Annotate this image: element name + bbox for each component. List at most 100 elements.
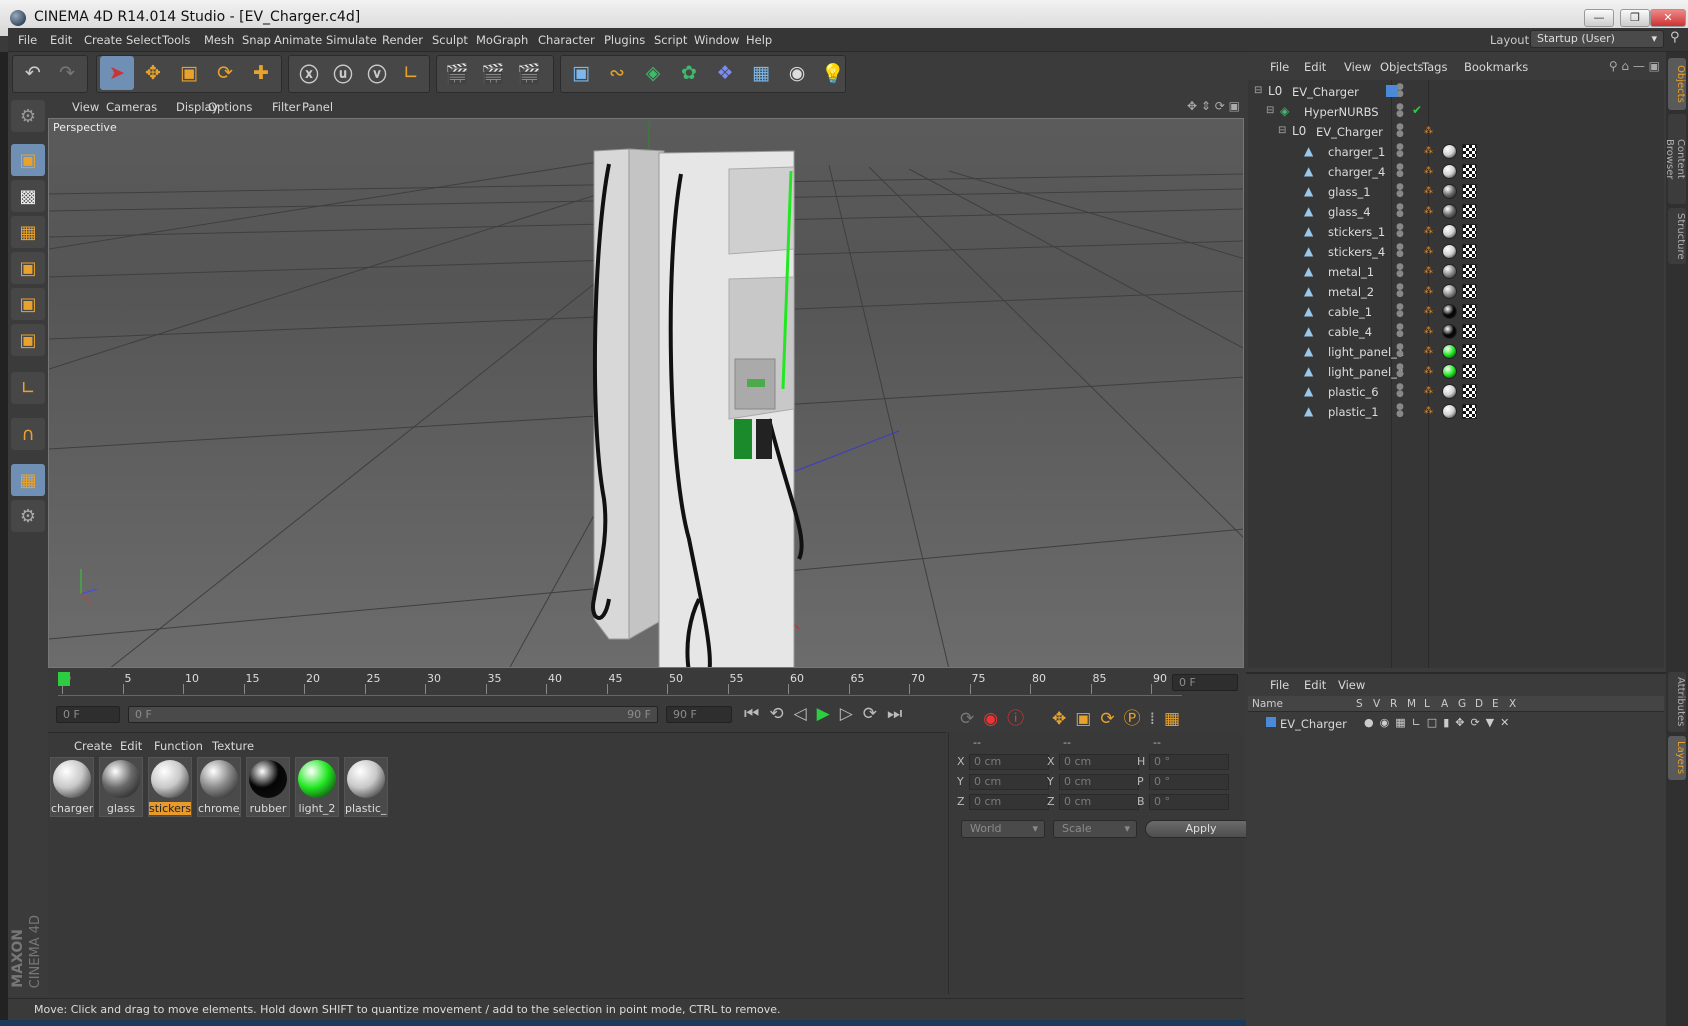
object-row[interactable]: ▲ glass_1 ● ● ⁂ bbox=[1248, 182, 1664, 202]
menu-render[interactable]: Render bbox=[382, 33, 423, 47]
coord-value-field[interactable]: 0 cm bbox=[1059, 774, 1139, 790]
menu-simulate[interactable]: Simulate bbox=[326, 33, 377, 47]
layer-column-d[interactable]: D bbox=[1475, 698, 1483, 710]
texture-mode-icon[interactable]: ▩ bbox=[11, 180, 45, 212]
material-tag[interactable] bbox=[1442, 224, 1457, 239]
uvw-tag[interactable] bbox=[1462, 284, 1477, 299]
menu-snap[interactable]: Snap bbox=[242, 33, 271, 47]
layer-column-a[interactable]: A bbox=[1441, 698, 1448, 710]
tab-layers[interactable]: Layers bbox=[1668, 736, 1686, 780]
material-tag[interactable] bbox=[1442, 324, 1457, 339]
menu-edit[interactable]: Edit bbox=[50, 33, 72, 47]
visibility-toggle[interactable]: ● ● bbox=[1396, 263, 1416, 280]
start-frame-field[interactable]: 0 F bbox=[56, 706, 120, 723]
mograph-cloner-icon[interactable]: ✿ bbox=[672, 56, 706, 90]
workplane-mode-icon[interactable]: ▦ bbox=[11, 216, 45, 248]
autokey-icon[interactable]: ⓘ bbox=[1007, 709, 1033, 729]
playhead[interactable] bbox=[58, 672, 70, 686]
object-menu-bookmarks[interactable]: Bookmarks bbox=[1464, 60, 1528, 74]
key-position-icon[interactable]: ✥ bbox=[1052, 709, 1075, 729]
material-tag[interactable] bbox=[1442, 144, 1457, 159]
uvw-tag[interactable] bbox=[1462, 144, 1477, 159]
material-swatch[interactable]: stickers bbox=[148, 757, 192, 817]
live-selection-icon[interactable]: ➤ bbox=[100, 56, 134, 90]
layout-select[interactable]: Startup (User) ▾ bbox=[1530, 30, 1664, 48]
coord-space-dropdown[interactable]: World ▾ bbox=[961, 820, 1045, 838]
tab-objects[interactable]: Objects bbox=[1668, 58, 1686, 110]
object-menu-tags[interactable]: Tags bbox=[1422, 60, 1447, 74]
phong-tag-icon[interactable]: ⁂ bbox=[1424, 346, 1433, 356]
coord-value-field[interactable]: 0 ° bbox=[1149, 774, 1229, 790]
viewport-menu-filter[interactable]: Filter bbox=[272, 100, 300, 114]
material-tag[interactable] bbox=[1442, 304, 1457, 319]
uvw-tag[interactable] bbox=[1462, 184, 1477, 199]
play-icon[interactable]: ▶ bbox=[817, 704, 840, 724]
phong-tag-icon[interactable]: ⁂ bbox=[1424, 206, 1433, 216]
menu-select[interactable]: Select bbox=[126, 33, 161, 47]
visibility-toggle[interactable]: ● ● bbox=[1396, 243, 1416, 260]
deformer-icon[interactable]: ❖ bbox=[708, 56, 742, 90]
material-swatch[interactable]: glass bbox=[99, 757, 143, 817]
coord-value-field[interactable]: 0 ° bbox=[1149, 794, 1229, 810]
material-tag[interactable] bbox=[1442, 364, 1457, 379]
layer-column-x[interactable]: X bbox=[1509, 698, 1516, 710]
viewport-menu-options[interactable]: Options bbox=[208, 100, 252, 114]
viewport-menu-cameras[interactable]: Cameras bbox=[106, 100, 157, 114]
visibility-toggle[interactable]: ● ● bbox=[1396, 163, 1416, 180]
uvw-tag[interactable] bbox=[1462, 204, 1477, 219]
tree-expander-icon[interactable]: ⊟ bbox=[1254, 85, 1262, 96]
object-row[interactable]: ⊟ ◈ HyperNURBS ● ● ✔ bbox=[1248, 102, 1664, 122]
menu-create[interactable]: Create bbox=[84, 33, 122, 47]
z-axis-lock-icon[interactable]: ⓥ bbox=[360, 56, 394, 90]
coordinate-system-icon[interactable]: ∟ bbox=[394, 56, 428, 90]
menu-help[interactable]: Help bbox=[746, 33, 772, 47]
visibility-toggle[interactable]: ● ● bbox=[1396, 323, 1416, 340]
material-menu-edit[interactable]: Edit bbox=[120, 739, 142, 753]
playback-controls[interactable]: ⏮⟲◁▶▷⟳⏭ bbox=[744, 704, 912, 724]
material-tag[interactable] bbox=[1442, 344, 1457, 359]
uvw-tag[interactable] bbox=[1462, 364, 1477, 379]
phong-tag-icon[interactable]: ⁂ bbox=[1424, 386, 1433, 396]
layer-column-r[interactable]: R bbox=[1390, 698, 1397, 710]
timeline-ruler[interactable]: 051015202530354045505560657075808590 0 F bbox=[48, 670, 1244, 698]
next-frame-icon[interactable]: ▷ bbox=[840, 704, 863, 724]
uvw-tag[interactable] bbox=[1462, 244, 1477, 259]
polygons-mode-icon[interactable]: ▣ bbox=[11, 324, 45, 356]
coord-value-field[interactable]: 0 cm bbox=[1059, 754, 1139, 770]
menu-mesh[interactable]: Mesh bbox=[204, 33, 234, 47]
object-row[interactable]: ▲ metal_2 ● ● ⁂ bbox=[1248, 282, 1664, 302]
layer-column-m[interactable]: M bbox=[1407, 698, 1416, 710]
layer-menu-view[interactable]: View bbox=[1338, 678, 1365, 692]
visibility-toggle[interactable]: ● ● bbox=[1396, 303, 1416, 320]
points-mode-icon[interactable]: ▣ bbox=[11, 252, 45, 284]
object-row[interactable]: ▲ glass_4 ● ● ⁂ bbox=[1248, 202, 1664, 222]
nurbs-icon[interactable]: ◈ bbox=[636, 56, 670, 90]
material-swatch[interactable]: charger bbox=[50, 757, 94, 817]
material-tag[interactable] bbox=[1442, 244, 1457, 259]
coord-value-field[interactable]: 0 cm bbox=[969, 794, 1049, 810]
layer-toggle-icons[interactable]: ●◉▦∟□▮✥⟳▼✕ bbox=[1364, 716, 1515, 729]
object-row[interactable]: ▲ cable_4 ● ● ⁂ bbox=[1248, 322, 1664, 342]
make-editable-icon[interactable]: ⚙ bbox=[11, 100, 45, 132]
enabled-check-icon[interactable]: ✔ bbox=[1412, 103, 1422, 117]
material-swatch[interactable]: chrome_ bbox=[197, 757, 241, 817]
phong-tag-icon[interactable]: ⁂ bbox=[1424, 166, 1433, 176]
object-row[interactable]: ▲ charger_1 ● ● ⁂ bbox=[1248, 142, 1664, 162]
material-tag[interactable] bbox=[1442, 284, 1457, 299]
frame-range-slider[interactable]: 0 F 90 F bbox=[128, 706, 658, 723]
tab-attributes[interactable]: Attributes bbox=[1668, 672, 1686, 732]
layer-column-e[interactable]: E bbox=[1492, 698, 1499, 710]
render-picture-viewer-icon[interactable]: 🎬 bbox=[476, 56, 510, 90]
viewport-menu-view[interactable]: View bbox=[72, 100, 99, 114]
material-tag[interactable] bbox=[1442, 264, 1457, 279]
menu-sculpt[interactable]: Sculpt bbox=[432, 33, 468, 47]
key-param-icon[interactable]: Ⓟ bbox=[1124, 709, 1150, 729]
coord-value-field[interactable]: 0 cm bbox=[969, 774, 1049, 790]
material-menu-texture[interactable]: Texture bbox=[212, 739, 254, 753]
phong-tag-icon[interactable]: ⁂ bbox=[1424, 226, 1433, 236]
object-menu-objects[interactable]: Objects bbox=[1380, 60, 1423, 74]
phong-tag-icon[interactable]: ⁂ bbox=[1424, 406, 1433, 416]
spline-icon[interactable]: ∾ bbox=[600, 56, 634, 90]
visibility-toggle[interactable]: ● ● bbox=[1396, 363, 1416, 380]
coord-value-field[interactable]: 0 ° bbox=[1149, 754, 1229, 770]
